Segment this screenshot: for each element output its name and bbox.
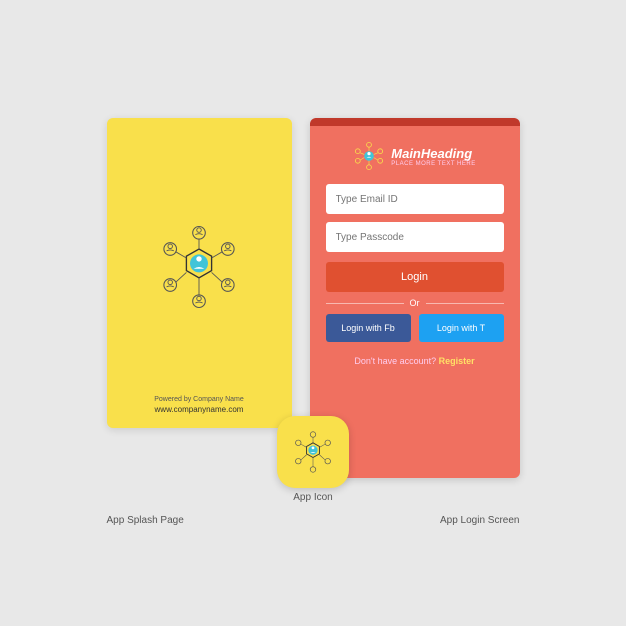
splash-label: App Splash Page (107, 515, 184, 526)
app-icon (277, 416, 349, 488)
login-button[interactable]: Login (326, 262, 504, 292)
network-icon (154, 222, 244, 312)
main-heading: MainHeading (391, 146, 475, 161)
or-divider: Or (310, 298, 520, 308)
login-top-bar (310, 118, 520, 126)
register-link[interactable]: Register (439, 356, 475, 366)
social-buttons: Login with Fb Login with T (310, 314, 520, 342)
splash-page: Powered by Company Name www.companyname.… (107, 118, 292, 428)
login-header: MainHeading Place more text here (353, 140, 475, 172)
login-twitter-button[interactable]: Login with T (419, 314, 504, 342)
email-input[interactable] (326, 184, 504, 214)
no-account-text: Don't have account? (354, 356, 436, 366)
login-header-icon (353, 140, 385, 172)
app-icon-label: App Icon (293, 492, 332, 503)
app-icon-svg (290, 429, 336, 475)
or-text: Or (410, 298, 420, 308)
website-text: www.companyname.com (154, 405, 244, 414)
or-line-right (426, 303, 504, 304)
splash-icon-area (154, 138, 244, 396)
sub-heading: Place more text here (391, 161, 475, 167)
powered-by-text: Powered by Company Name (154, 396, 244, 403)
bottom-labels: App Splash Page App Login Screen (107, 515, 520, 526)
login-label: App Login Screen (440, 515, 520, 526)
splash-footer: Powered by Company Name www.companyname.… (154, 396, 244, 414)
login-form: Login (310, 184, 520, 292)
or-line-left (326, 303, 404, 304)
login-fb-button[interactable]: Login with Fb (326, 314, 411, 342)
register-row: Don't have account? Register (354, 356, 474, 366)
login-header-text: MainHeading Place more text here (391, 146, 475, 167)
passcode-input[interactable] (326, 222, 504, 252)
app-icon-wrap: App Icon (277, 416, 349, 503)
